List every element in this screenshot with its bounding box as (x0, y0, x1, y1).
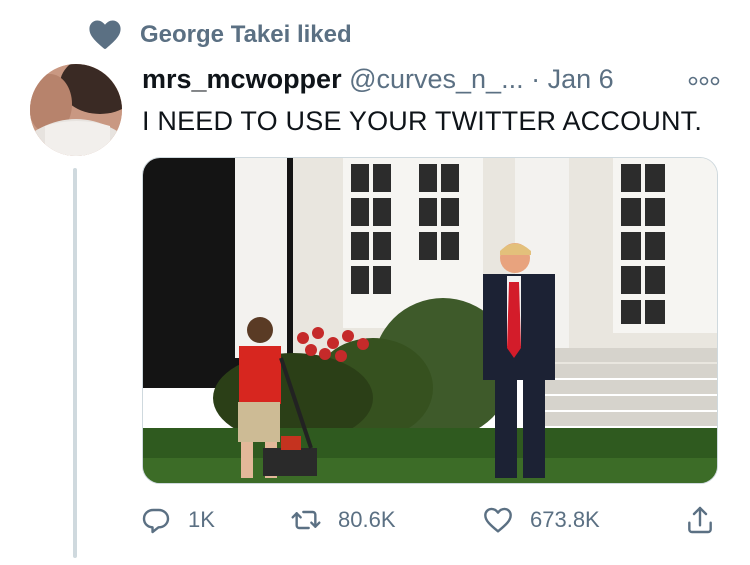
tweet-header: mrs_mcwopper @curves_n_... · Jan 6 (142, 64, 614, 100)
avatar-image (30, 64, 122, 156)
liked-by-text[interactable]: George Takei liked (140, 21, 352, 49)
like-count: 673.8K (530, 507, 600, 532)
reply-icon (142, 508, 170, 534)
tweet-photo[interactable] (142, 157, 718, 484)
display-name[interactable]: mrs_mcwopper (142, 64, 342, 94)
retweet-icon (291, 510, 321, 530)
reply-count: 1K (188, 507, 215, 532)
reply-button[interactable]: 1K (140, 504, 215, 536)
heart-icon (89, 20, 121, 49)
handle[interactable]: @curves_n_... (349, 64, 524, 94)
thread-line (73, 168, 77, 558)
photo-scene (143, 158, 717, 483)
retweet-button[interactable]: 80.6K (290, 504, 396, 536)
like-icon (484, 507, 512, 533)
tweet-text: I NEED TO USE YOUR TWITTER ACCOUNT. (142, 106, 703, 136)
more-icon[interactable] (688, 74, 720, 88)
separator: · (531, 64, 541, 94)
share-icon (688, 506, 712, 534)
retweet-count: 80.6K (338, 507, 396, 532)
share-button[interactable] (684, 504, 732, 536)
tweet-date[interactable]: Jan 6 (548, 64, 614, 94)
avatar[interactable] (30, 64, 122, 156)
like-button[interactable]: 673.8K (482, 504, 600, 536)
